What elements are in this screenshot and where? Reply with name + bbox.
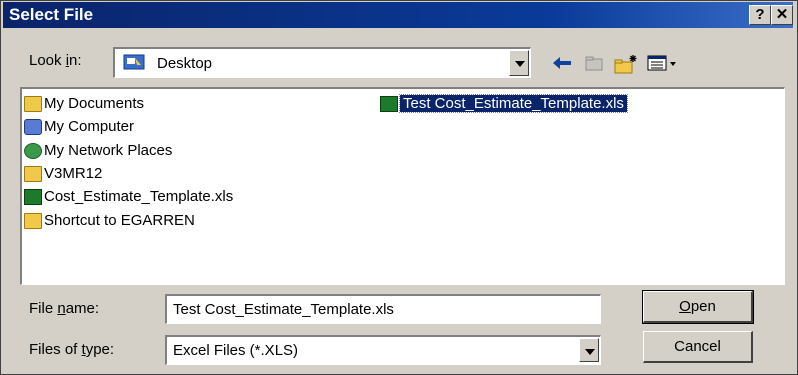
folder-icon bbox=[24, 96, 42, 113]
select-file-dialog: Select File ? ✕ Look in: Desktop My Docu… bbox=[0, 0, 798, 375]
file-type-label: Files of type: bbox=[29, 341, 114, 358]
desktop-icon bbox=[123, 54, 145, 72]
list-item-label: V3MR12 bbox=[44, 165, 103, 182]
file-name-label: File name: bbox=[29, 300, 99, 317]
file-type-dropdown-button[interactable] bbox=[579, 338, 599, 362]
list-item-label: My Computer bbox=[44, 118, 135, 135]
file-list[interactable]: My Documents My Computer My Network Plac… bbox=[20, 87, 785, 285]
open-button-label: pen bbox=[690, 298, 716, 315]
dialog-title: Select File bbox=[9, 5, 94, 24]
excel-file-icon bbox=[24, 189, 42, 206]
list-item-shortcut-egarren[interactable]: Shortcut to EGARREN bbox=[24, 210, 195, 232]
open-button[interactable]: Open bbox=[642, 290, 754, 324]
list-item-cost-estimate-template[interactable]: Cost_Estimate_Template.xls bbox=[24, 186, 233, 208]
list-item-label: Shortcut to EGARREN bbox=[44, 212, 195, 229]
file-name-value: Test Cost_Estimate_Template.xls bbox=[173, 301, 394, 318]
file-type-select[interactable]: Excel Files (*.XLS) bbox=[165, 335, 601, 365]
list-item-label: My Documents bbox=[44, 95, 145, 112]
view-menu-icon[interactable] bbox=[645, 53, 681, 77]
list-item-v3mr12[interactable]: V3MR12 bbox=[24, 163, 102, 185]
file-name-label-part: File bbox=[29, 300, 58, 317]
cancel-button-label: Cancel bbox=[674, 338, 721, 355]
list-item-my-network-places[interactable]: My Network Places bbox=[24, 140, 172, 162]
title-bar[interactable]: Select File ? ✕ bbox=[3, 2, 793, 28]
list-item-test-cost-estimate-template[interactable]: Test Cost_Estimate_Template.xls bbox=[380, 93, 628, 115]
file-type-label-part: Files of bbox=[29, 341, 82, 358]
file-name-label-accel: n bbox=[57, 300, 66, 317]
computer-icon bbox=[24, 119, 42, 136]
look-in-combo[interactable]: Desktop bbox=[113, 47, 531, 78]
help-button[interactable]: ? bbox=[749, 5, 771, 25]
close-button[interactable]: ✕ bbox=[771, 5, 793, 25]
folder-shortcut-icon bbox=[24, 213, 42, 230]
cancel-button[interactable]: Cancel bbox=[643, 331, 753, 363]
file-name-input[interactable]: Test Cost_Estimate_Template.xls bbox=[165, 294, 601, 324]
excel-file-icon bbox=[380, 96, 398, 113]
help-icon: ? bbox=[755, 6, 765, 23]
folder-icon bbox=[24, 166, 42, 183]
look-in-label: Look in: bbox=[29, 52, 82, 69]
file-type-label-part: ype: bbox=[85, 341, 115, 358]
look-in-dropdown-button[interactable] bbox=[509, 50, 529, 76]
network-icon bbox=[24, 143, 42, 160]
file-name-label-part: ame: bbox=[65, 300, 100, 317]
new-folder-icon[interactable] bbox=[613, 53, 639, 77]
list-item-my-computer[interactable]: My Computer bbox=[24, 116, 134, 138]
look-in-value: Desktop bbox=[157, 55, 213, 72]
up-folder-icon[interactable] bbox=[581, 53, 607, 77]
list-item-label-selected: Test Cost_Estimate_Template.xls bbox=[399, 94, 628, 113]
open-button-accel: O bbox=[679, 298, 691, 315]
list-item-label: Cost_Estimate_Template.xls bbox=[44, 188, 234, 205]
list-item-label: My Network Places bbox=[44, 142, 173, 159]
back-arrow-icon[interactable] bbox=[549, 53, 575, 77]
list-item-my-documents[interactable]: My Documents bbox=[24, 93, 144, 115]
close-icon: ✕ bbox=[775, 6, 789, 23]
file-type-value: Excel Files (*.XLS) bbox=[173, 342, 299, 359]
